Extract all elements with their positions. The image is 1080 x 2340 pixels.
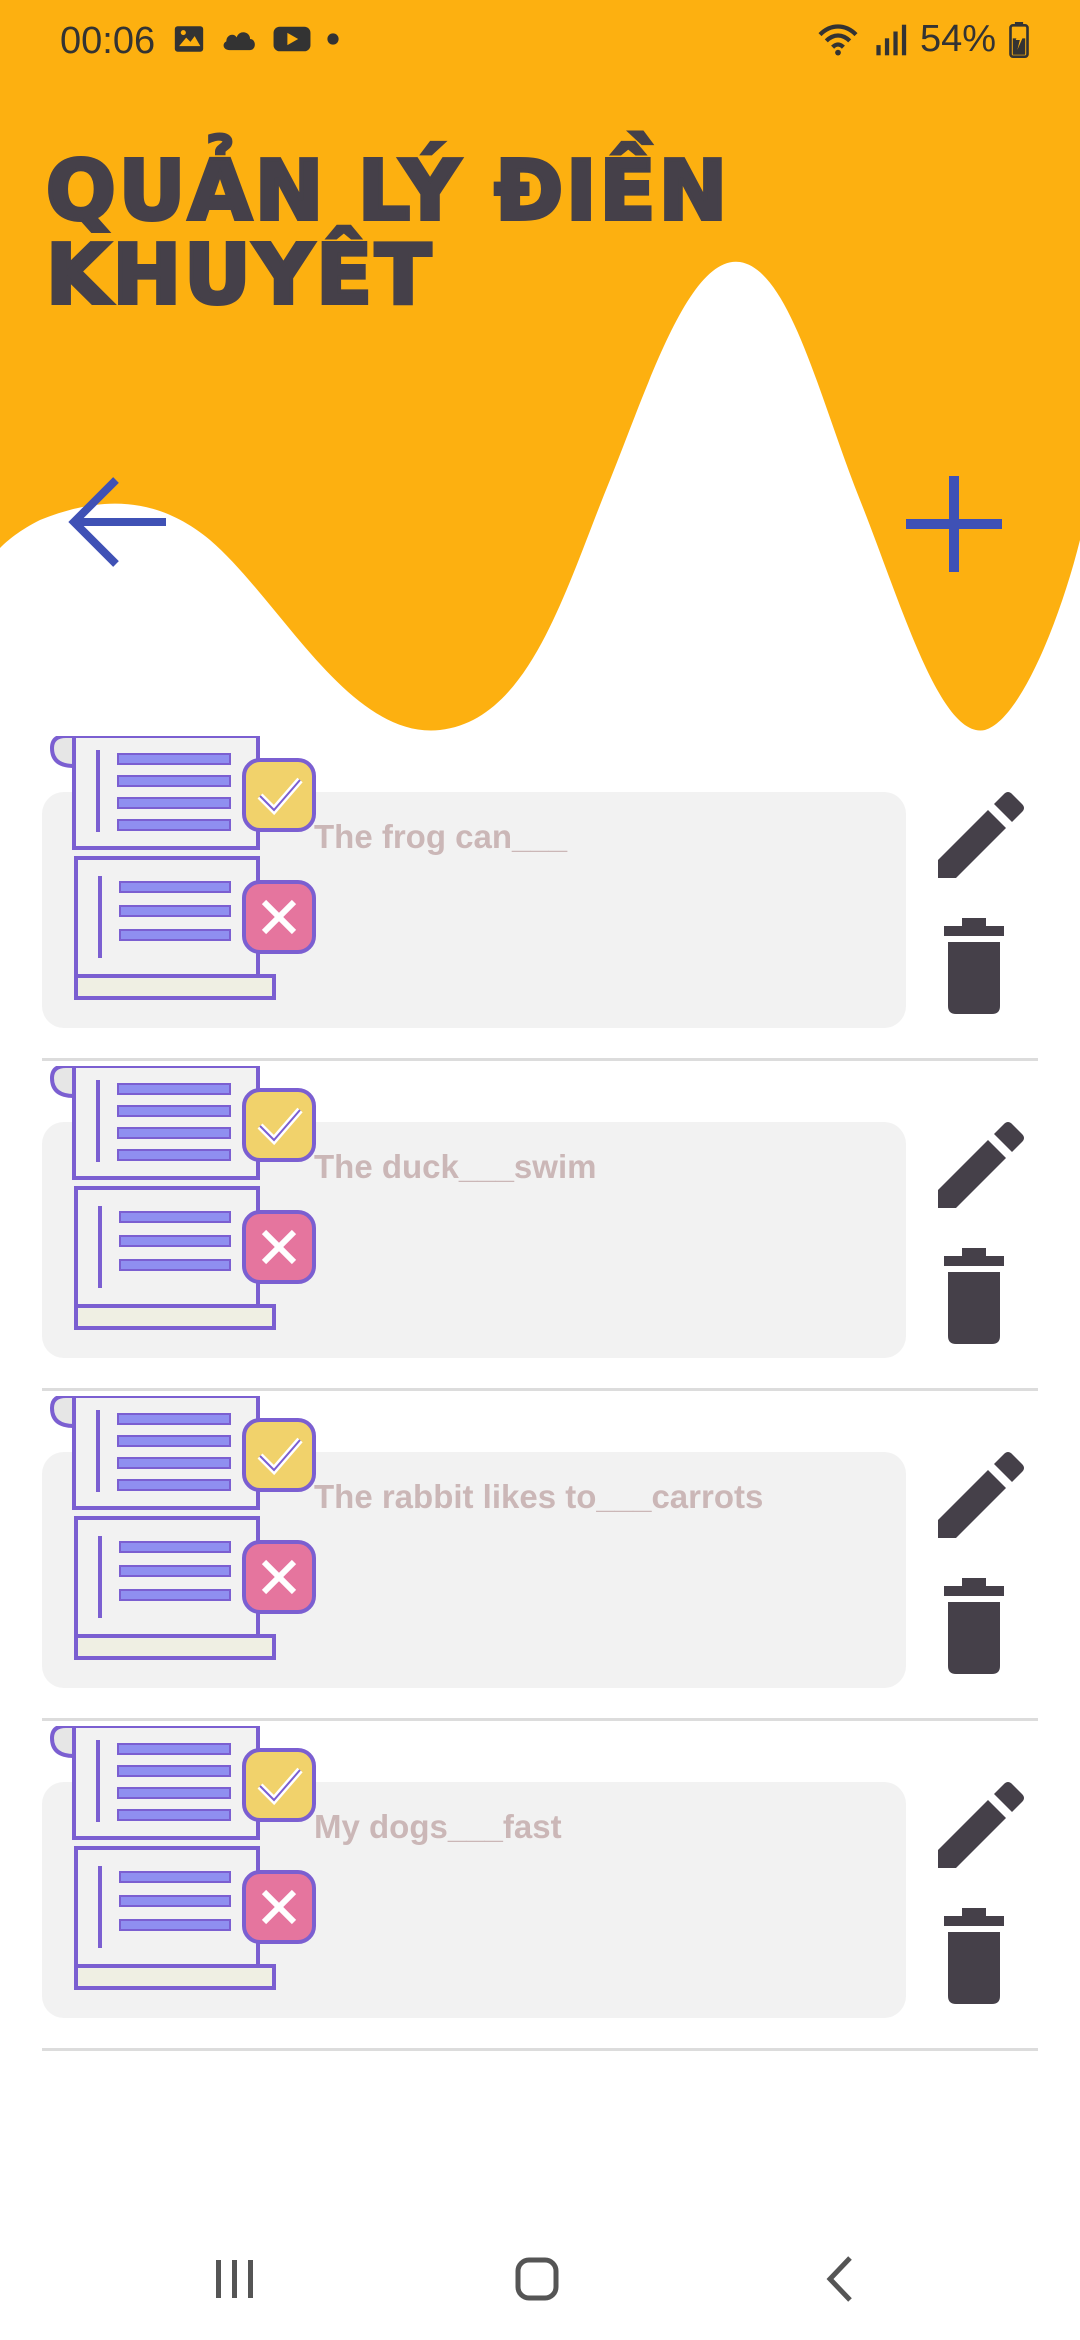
- edit-button[interactable]: [920, 1442, 1030, 1552]
- pencil-icon: [938, 792, 1024, 878]
- battery-percentage: 54%: [919, 18, 996, 60]
- dot-icon: [327, 33, 339, 45]
- trash-icon: [944, 1248, 1004, 1344]
- item-divider: [42, 2048, 1038, 2051]
- list-item[interactable]: My dogs___fast: [0, 1720, 1080, 2051]
- screen: 00:06 54% QUẢN LÝ ĐIỀN KHUYÊT The frog c…: [0, 0, 1080, 2340]
- status-icons-left: [172, 22, 340, 56]
- status-icons-right: 54%: [816, 18, 1030, 61]
- list-item[interactable]: The frog can___: [0, 730, 1080, 1061]
- edit-button[interactable]: [920, 782, 1030, 892]
- trash-icon: [944, 1578, 1004, 1674]
- item-sentence: The rabbit likes to___carrots: [314, 1478, 764, 1515]
- item-sentence: The duck___swim: [314, 1148, 597, 1185]
- page-title: QUẢN LÝ ĐIỀN KHUYÊT: [44, 144, 731, 323]
- home-icon[interactable]: [492, 2234, 582, 2324]
- delete-button[interactable]: [920, 1902, 1030, 2012]
- image-icon: [174, 26, 204, 52]
- arrow-left-icon: [68, 477, 166, 567]
- trash-icon: [944, 918, 1004, 1014]
- system-nav-bar: [0, 2210, 1080, 2340]
- youtube-icon: [273, 26, 311, 52]
- quiz-document-icon: [49, 1726, 316, 1990]
- pencil-icon: [938, 1122, 1024, 1208]
- edit-button[interactable]: [920, 1772, 1030, 1882]
- delete-button[interactable]: [920, 1242, 1030, 1352]
- quiz-document-icon: [49, 1066, 316, 1330]
- plus-icon: [906, 476, 1002, 572]
- header-wave-background: [0, 0, 1080, 731]
- signal-icon: [876, 24, 907, 55]
- add-button[interactable]: [900, 470, 1010, 580]
- back-button[interactable]: [62, 470, 172, 580]
- list-item[interactable]: The duck___swim: [0, 1060, 1080, 1391]
- back-icon[interactable]: [796, 2234, 886, 2324]
- pencil-icon: [938, 1452, 1024, 1538]
- delete-button[interactable]: [920, 912, 1030, 1022]
- edit-button[interactable]: [920, 1112, 1030, 1222]
- item-sentence: The frog can___: [314, 818, 568, 855]
- quiz-document-icon: [49, 1396, 316, 1660]
- status-bar: 00:06 54%: [0, 0, 1080, 82]
- delete-button[interactable]: [920, 1572, 1030, 1682]
- pencil-icon: [938, 1782, 1024, 1868]
- quiz-document-icon: [49, 736, 316, 1000]
- item-sentence: My dogs___fast: [314, 1808, 562, 1845]
- list-item[interactable]: The rabbit likes to___carrots: [0, 1390, 1080, 1721]
- battery-icon: [1009, 21, 1029, 58]
- cloud-icon: [223, 32, 255, 51]
- wifi-icon: [818, 23, 858, 55]
- status-time: 00:06: [60, 20, 156, 62]
- trash-icon: [944, 1908, 1004, 2004]
- recent-apps-icon[interactable]: [190, 2234, 280, 2324]
